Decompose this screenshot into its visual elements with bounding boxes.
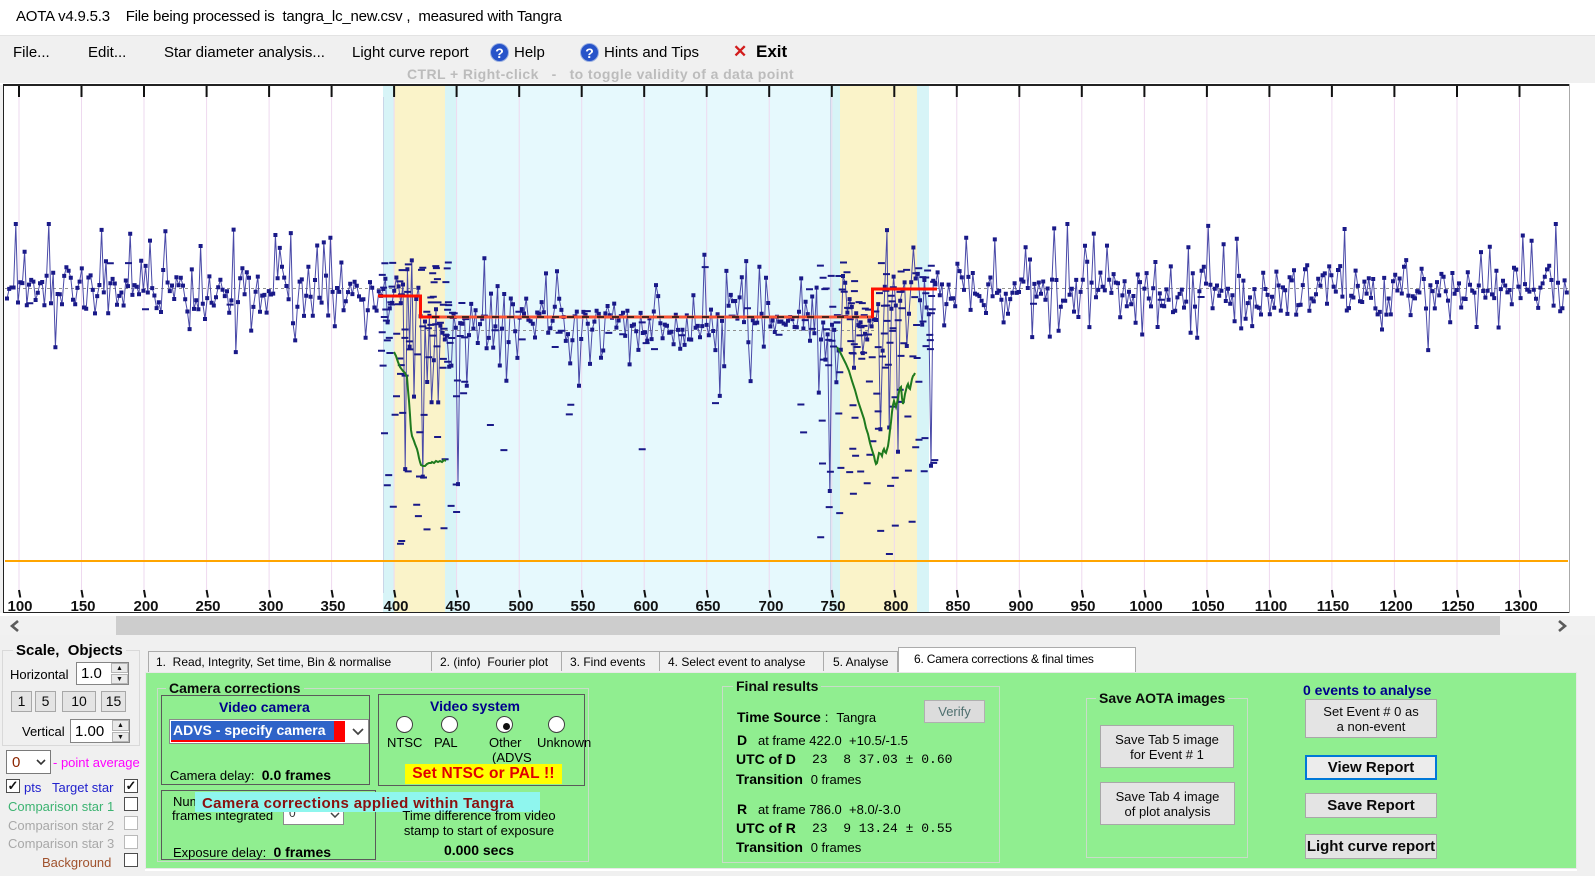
svg-text:1000: 1000 bbox=[1129, 598, 1162, 614]
svg-text:800: 800 bbox=[883, 598, 908, 614]
svg-text:600: 600 bbox=[633, 598, 658, 614]
svg-text:750: 750 bbox=[820, 598, 845, 614]
svg-text:500: 500 bbox=[508, 598, 533, 614]
svg-text:550: 550 bbox=[570, 598, 595, 614]
svg-text:1100: 1100 bbox=[1255, 598, 1288, 614]
svg-text:1300: 1300 bbox=[1504, 598, 1537, 614]
svg-text:1050: 1050 bbox=[1191, 598, 1224, 614]
svg-text:900: 900 bbox=[1008, 598, 1033, 614]
svg-text:450: 450 bbox=[445, 598, 470, 614]
svg-text:100: 100 bbox=[7, 598, 32, 614]
svg-text:850: 850 bbox=[945, 598, 970, 614]
svg-text:400: 400 bbox=[383, 598, 408, 614]
svg-text:300: 300 bbox=[258, 598, 283, 614]
svg-text:1200: 1200 bbox=[1379, 598, 1412, 614]
svg-text:350: 350 bbox=[320, 598, 345, 614]
svg-text:650: 650 bbox=[695, 598, 720, 614]
svg-text:200: 200 bbox=[133, 598, 158, 614]
svg-text:1150: 1150 bbox=[1317, 598, 1350, 614]
svg-text:250: 250 bbox=[195, 598, 220, 614]
svg-text:1250: 1250 bbox=[1441, 598, 1474, 614]
svg-text:950: 950 bbox=[1070, 598, 1095, 614]
svg-text:700: 700 bbox=[758, 598, 783, 614]
svg-text:150: 150 bbox=[70, 598, 95, 614]
